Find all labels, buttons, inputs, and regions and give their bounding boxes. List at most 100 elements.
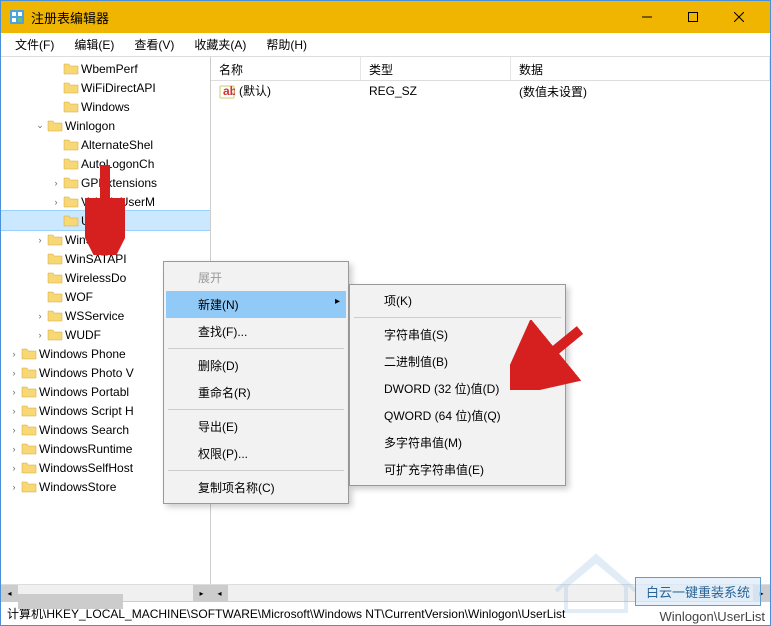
expand-icon[interactable]: › (49, 195, 63, 209)
tree-node[interactable]: WiFiDirectAPI (1, 78, 210, 97)
expand-icon[interactable]: › (33, 233, 47, 247)
expand-spacer (49, 62, 63, 76)
string-value-icon: ab (219, 84, 235, 100)
tree-label: Windows Portabl (39, 385, 129, 399)
scroll-left-button[interactable]: ◂ (1, 585, 18, 602)
expand-icon[interactable]: › (7, 461, 21, 475)
menu-view[interactable]: 查看(V) (124, 33, 184, 56)
col-name[interactable]: 名称 (211, 57, 361, 80)
tree-label: AlternateShel (81, 138, 153, 152)
collapse-icon[interactable]: ⌄ (33, 119, 47, 133)
ctx-copy-key[interactable]: 复制项名称(C) (166, 474, 346, 501)
ctx-rename[interactable]: 重命名(R) (166, 379, 346, 406)
close-icon (734, 12, 744, 22)
cell-name: ab (默认) (211, 80, 361, 102)
menubar: 文件(F) 编辑(E) 查看(V) 收藏夹(A) 帮助(H) (1, 33, 770, 57)
ctx-delete[interactable]: 删除(D) (166, 352, 346, 379)
expand-icon[interactable]: › (33, 328, 47, 342)
ctx-separator (168, 470, 344, 471)
col-data[interactable]: 数据 (511, 57, 770, 80)
cell-data: (数值未设置) (511, 81, 770, 102)
minimize-icon (642, 12, 652, 22)
tree-label: WirelessDo (65, 271, 126, 285)
value-name: (默认) (239, 84, 271, 98)
tree-label: WindowsStore (39, 480, 116, 494)
ctx-find[interactable]: 查找(F)... (166, 318, 346, 345)
ctx-export[interactable]: 导出(E) (166, 413, 346, 440)
expand-spacer (49, 138, 63, 152)
ctx-new-multistring[interactable]: 多字符串值(M) (352, 429, 563, 456)
tree-node[interactable]: Windows (1, 97, 210, 116)
maximize-button[interactable] (670, 1, 716, 33)
svg-text:ab: ab (223, 84, 235, 98)
annotation-arrow-icon (85, 160, 125, 255)
menu-file[interactable]: 文件(F) (5, 33, 64, 56)
expand-icon[interactable]: › (7, 480, 21, 494)
expand-spacer (49, 157, 63, 171)
status-path: 计算机\HKEY_LOCAL_MACHINE\SOFTWARE\Microsof… (7, 607, 565, 621)
expand-icon[interactable]: › (7, 385, 21, 399)
tree-node[interactable]: ⌄ Winlogon (1, 116, 210, 135)
ctx-new-key[interactable]: 项(K) (352, 287, 563, 314)
expand-spacer (49, 214, 63, 228)
window-title: 注册表编辑器 (31, 8, 624, 27)
expand-spacer (49, 81, 63, 95)
tree-label: Windows Phone (39, 347, 126, 361)
tree-node[interactable]: AlternateShel (1, 135, 210, 154)
col-type[interactable]: 类型 (361, 57, 511, 80)
scroll-thumb[interactable] (18, 594, 123, 609)
maximize-icon (688, 12, 698, 22)
tree-label: WindowsSelfHost (39, 461, 133, 475)
menu-edit[interactable]: 编辑(E) (64, 33, 124, 56)
regedit-icon (9, 9, 25, 25)
expand-icon[interactable]: › (7, 366, 21, 380)
ctx-separator (168, 409, 344, 410)
close-button[interactable] (716, 1, 762, 33)
expand-spacer (33, 271, 47, 285)
tree-node[interactable]: WbemPerf (1, 59, 210, 78)
scroll-left-button[interactable]: ◂ (211, 585, 228, 602)
tree-label: Windows Search (39, 423, 129, 437)
expand-icon[interactable]: › (7, 423, 21, 437)
tree-label: Windows (81, 100, 130, 114)
ctx-permissions[interactable]: 权限(P)... (166, 440, 346, 467)
tree-label: WUDF (65, 328, 101, 342)
expand-icon[interactable]: › (49, 176, 63, 190)
window-controls (624, 1, 762, 33)
expand-icon[interactable]: › (7, 442, 21, 456)
tree-label: WOF (65, 290, 93, 304)
list-header: 名称 类型 数据 (211, 57, 770, 81)
context-menu-main: 展开 新建(N) 查找(F)... 删除(D) 重命名(R) 导出(E) 权限(… (163, 261, 349, 504)
tree-label: WiFiDirectAPI (81, 81, 156, 95)
watermark-brand: 白云一键重装系统 (635, 577, 761, 606)
tree-scrollbar-h[interactable]: ◂ ▸ (1, 584, 211, 601)
expand-icon[interactable]: › (33, 309, 47, 323)
expand-icon[interactable]: › (7, 404, 21, 418)
expand-spacer (33, 290, 47, 304)
list-row[interactable]: ab (默认) REG_SZ (数值未设置) (211, 81, 770, 101)
tree-label: Winlogon (65, 119, 115, 133)
tree-label: Windows Photo V (39, 366, 134, 380)
titlebar[interactable]: 注册表编辑器 (1, 1, 770, 33)
tree-label: WbemPerf (81, 62, 138, 76)
expand-spacer (33, 252, 47, 266)
watermark-house-icon (551, 546, 641, 616)
menu-help[interactable]: 帮助(H) (256, 33, 317, 56)
ctx-expand: 展开 (166, 264, 346, 291)
ctx-new-qword[interactable]: QWORD (64 位)值(Q) (352, 402, 563, 429)
expand-icon[interactable]: › (7, 347, 21, 361)
watermark-url: Winlogon\UserList (660, 609, 766, 624)
tree-label: WSService (65, 309, 124, 323)
ctx-separator (354, 317, 561, 318)
minimize-button[interactable] (624, 1, 670, 33)
expand-spacer (49, 100, 63, 114)
ctx-new[interactable]: 新建(N) (166, 291, 346, 318)
annotation-arrow-icon (510, 320, 590, 390)
menu-favorites[interactable]: 收藏夹(A) (184, 33, 256, 56)
tree-label: Windows Script H (39, 404, 134, 418)
cell-type: REG_SZ (361, 82, 511, 100)
ctx-new-expandstring[interactable]: 可扩充字符串值(E) (352, 456, 563, 483)
tree-label: WindowsRuntime (39, 442, 132, 456)
ctx-separator (168, 348, 344, 349)
scroll-right-button[interactable]: ▸ (193, 585, 210, 602)
